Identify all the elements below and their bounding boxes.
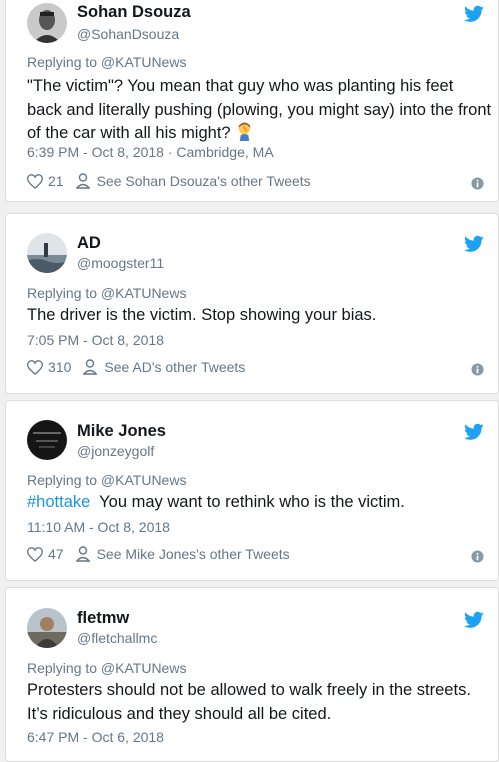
tweet-card: fletmw @fletchallmc Replying to @KATUNew… bbox=[5, 587, 499, 762]
author-handle[interactable]: @fletchallmc bbox=[77, 629, 157, 647]
tweet-actions: 21 See Sohan Dsouza's other Tweets bbox=[27, 172, 311, 190]
author-handle[interactable]: @moogster11 bbox=[77, 254, 164, 272]
tweet-timestamp[interactable]: 11:10 AM - Oct 8, 2018 bbox=[27, 518, 170, 536]
tweet-actions: 47 See Mike Jones's other Tweets bbox=[27, 545, 290, 563]
replying-to[interactable]: Replying to @KATUNews bbox=[27, 284, 186, 302]
info-icon[interactable] bbox=[471, 363, 484, 376]
tweet-actions: 310 See AD's other Tweets bbox=[27, 358, 245, 376]
man-facepalming-emoji-icon bbox=[238, 122, 251, 141]
author-name[interactable]: Sohan Dsouza bbox=[77, 2, 191, 22]
tweet-text-content: "The victim"? You mean that guy who was … bbox=[27, 77, 492, 142]
avatar[interactable] bbox=[27, 3, 67, 43]
person-icon bbox=[83, 359, 98, 375]
replying-to[interactable]: Replying to @KATUNews bbox=[27, 471, 186, 489]
replying-to[interactable]: Replying to @KATUNews bbox=[27, 53, 186, 71]
avatar[interactable] bbox=[27, 608, 67, 648]
author-handle[interactable]: @jonzeygolf bbox=[77, 442, 154, 460]
tweet-text: #hottake You may want to rethink who is … bbox=[27, 491, 492, 515]
heart-icon[interactable] bbox=[27, 173, 43, 189]
see-other-tweets-link[interactable]: See AD's other Tweets bbox=[104, 358, 245, 376]
info-icon[interactable] bbox=[471, 177, 484, 190]
avatar[interactable] bbox=[27, 233, 67, 273]
tweet-card: Mike Jones @jonzeygolf Replying to @KATU… bbox=[5, 400, 499, 581]
tweet-text: Protesters should not be allowed to walk… bbox=[27, 681, 471, 723]
twitter-bird-icon[interactable] bbox=[464, 5, 484, 23]
tweet-text-content: You may want to rethink who is the victi… bbox=[90, 493, 405, 511]
info-icon[interactable] bbox=[471, 550, 484, 563]
see-other-tweets-link[interactable]: See Mike Jones's other Tweets bbox=[97, 545, 290, 563]
replying-to[interactable]: Replying to @KATUNews bbox=[27, 659, 186, 677]
heart-icon[interactable] bbox=[27, 359, 43, 375]
author-name[interactable]: fletmw bbox=[77, 608, 129, 628]
author-name[interactable]: Mike Jones bbox=[77, 421, 166, 441]
avatar[interactable] bbox=[27, 420, 67, 460]
tweet-timestamp[interactable]: 6:47 PM - Oct 6, 2018 bbox=[27, 728, 164, 746]
person-icon bbox=[75, 546, 90, 562]
person-icon bbox=[75, 173, 90, 189]
hashtag-link[interactable]: #hottake bbox=[27, 493, 90, 511]
tweet-card: Sohan Dsouza @SohanDsouza Replying to @K… bbox=[5, 0, 499, 202]
like-count[interactable]: 21 bbox=[48, 172, 64, 190]
like-count[interactable]: 310 bbox=[48, 358, 71, 376]
twitter-bird-icon[interactable] bbox=[464, 611, 484, 629]
author-name[interactable]: AD bbox=[77, 233, 101, 253]
tweet-timestamp[interactable]: 6:39 PM - Oct 8, 2018 · Cambridge, MA bbox=[27, 143, 274, 161]
heart-icon[interactable] bbox=[27, 546, 43, 562]
twitter-bird-icon[interactable] bbox=[464, 423, 484, 441]
twitter-bird-icon[interactable] bbox=[464, 235, 484, 253]
tweet-text: "The victim"? You mean that guy who was … bbox=[27, 75, 492, 146]
see-other-tweets-link[interactable]: See Sohan Dsouza's other Tweets bbox=[97, 172, 311, 190]
like-count[interactable]: 47 bbox=[48, 545, 64, 563]
author-handle[interactable]: @SohanDsouza bbox=[77, 25, 179, 43]
tweet-card: AD @moogster11 Replying to @KATUNews The… bbox=[5, 213, 499, 394]
tweet-text: The driver is the victim. Stop showing y… bbox=[27, 306, 377, 324]
tweet-timestamp[interactable]: 7:05 PM - Oct 8, 2018 bbox=[27, 331, 164, 349]
